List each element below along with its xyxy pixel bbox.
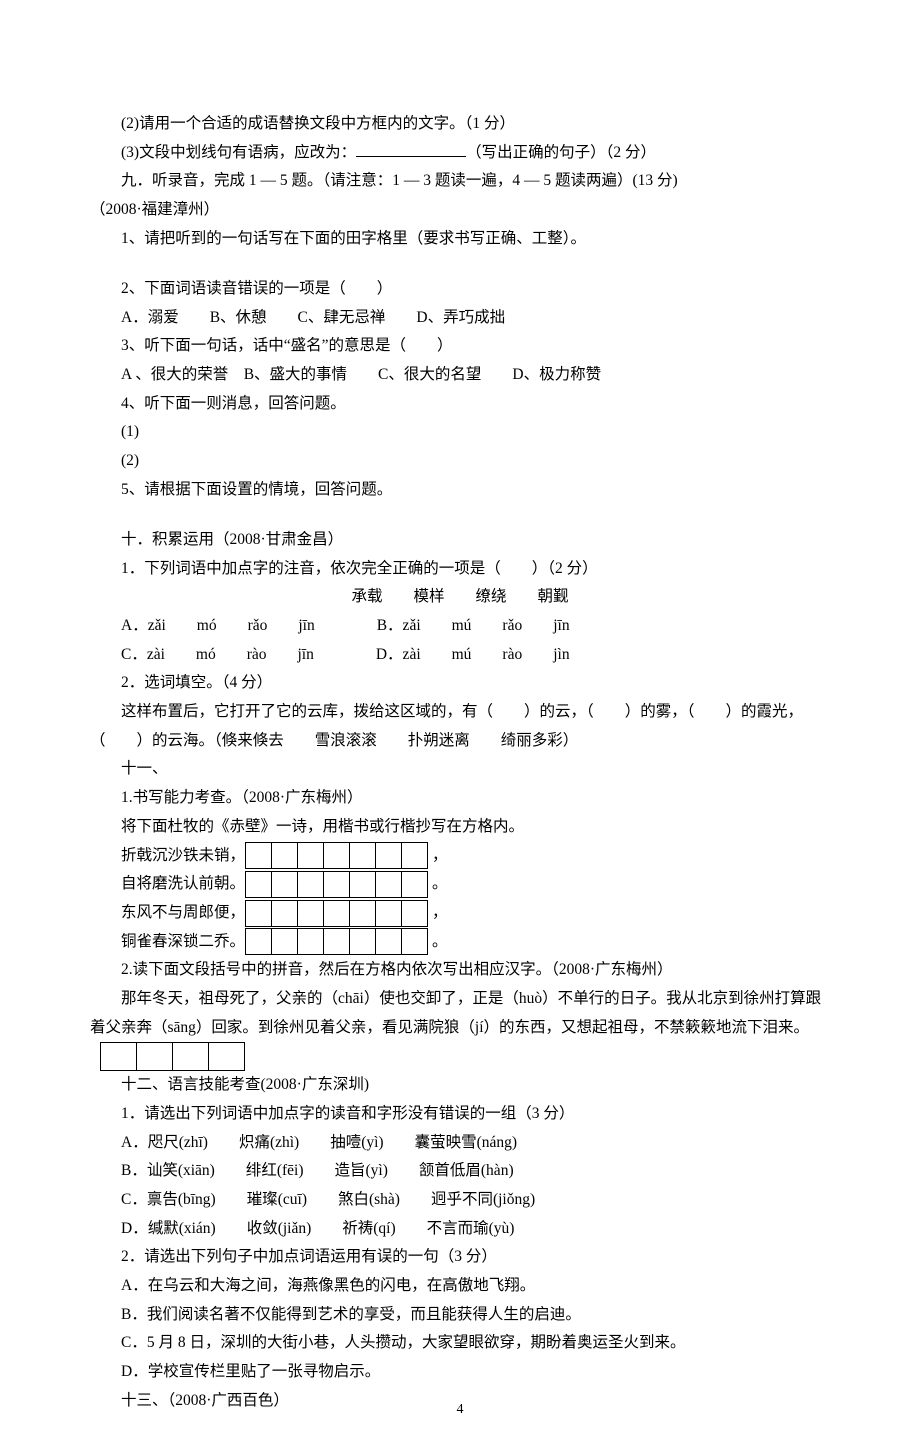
document-page: (2)请用一个合适的成语替换文段中方框内的文字。（1 分） (3)文段中划线句有… bbox=[0, 0, 920, 1455]
punct-comma: ， bbox=[432, 842, 448, 871]
sec12-q1-optB: B．讪笑(xiān) 绯红(fēi) 造旨(yì) 颔首低眉(hàn) bbox=[90, 1157, 830, 1186]
hanzi-grid bbox=[245, 900, 428, 927]
sec12-q2-optD: D．学校宣传栏里贴了一张寻物启示。 bbox=[90, 1358, 830, 1387]
sec9-q4-sub2: (2) bbox=[90, 447, 830, 476]
hanzi-grid bbox=[245, 928, 428, 955]
hanzi-answer-grid bbox=[100, 1042, 245, 1071]
sec12-q2-optA: A．在乌云和大海之间，海燕像黑色的闪电，在高傲地飞翔。 bbox=[90, 1272, 830, 1301]
sub-question-3: (3)文段中划线句有语病，应改为： （写出正确的句子）（2 分） bbox=[90, 139, 830, 168]
poem-line-3: 东风不与周郎便， bbox=[90, 899, 245, 928]
punct-period: 。 bbox=[432, 928, 448, 957]
sec9-q2-options: A．溺爱 B、休憩 C、肆无忌禅 D、弄巧成拙 bbox=[90, 304, 830, 333]
sec12-q1: 1．请选出下列词语中加点字的读音和字形没有错误的一组（3 分） bbox=[90, 1100, 830, 1129]
sec10-q1-optA: A．zǎi mó rǎo jīn B．zǎi mú rǎo jīn bbox=[90, 612, 830, 641]
sec12-q1-optD: D．缄默(xián) 收敛(jiǎn) 祈祷(qí) 不言而瑜(yù) bbox=[90, 1215, 830, 1244]
page-number: 4 bbox=[0, 1397, 920, 1423]
section-9-source: （2008·福建漳州） bbox=[90, 196, 830, 225]
hanzi-grid bbox=[245, 842, 428, 869]
sec10-q2-text: 这样布置后，它打开了它的云库，拨给这区域的，有（ ）的云，（ ）的雾，（ ）的霞… bbox=[90, 703, 803, 749]
sec9-q1: 1、请把听到的一句话写在下面的田字格里（要求书写正确、工整）。 bbox=[90, 225, 830, 254]
sec11-q2-text: 那年冬天，祖母死了，父亲的（chāi）使也交卸了，正是（huò）不单行的日子。我… bbox=[90, 990, 821, 1036]
poem-line-1: 折戟沉沙铁未销， bbox=[90, 842, 245, 871]
sec9-q2: 2、下面词语读音错误的一项是（ ） bbox=[90, 275, 830, 304]
sec10-q2-passage: 这样布置后，它打开了它的云库，拨给这区域的，有（ ）的云，（ ）的雾，（ ）的霞… bbox=[90, 698, 830, 755]
poem-row-3: 东风不与周郎便， ， bbox=[90, 899, 830, 928]
sec12-q2-optC: C．5 月 8 日，深圳的大街小巷，人头攒动，大家望眼欲穿，期盼着奥运圣火到来。 bbox=[90, 1329, 830, 1358]
section-10-title: 十．积累运用（2008·甘肃金昌） bbox=[90, 526, 830, 555]
sec11-q2: 2.读下面文段括号中的拼音，然后在方格内依次写出相应汉字。（2008·广东梅州） bbox=[90, 956, 830, 985]
sec12-q1-optC: C．禀告(bīng) 璀璨(cuī) 煞白(shà) 迥乎不同(jiǒng) bbox=[90, 1186, 830, 1215]
sec12-q2: 2．请选出下列句子中加点词语运用有误的一句（3 分） bbox=[90, 1243, 830, 1272]
poem-line-4: 铜雀春深锁二乔。 bbox=[90, 928, 245, 957]
sec12-q2-optB: B．我们阅读名著不仅能得到艺术的享受，而且能获得人生的启迪。 bbox=[90, 1301, 830, 1330]
sec9-q3-options: A 、很大的荣誉 B、盛大的事情 C、很大的名望 D、极力称赞 bbox=[90, 361, 830, 390]
sec9-q3: 3、听下面一句话，话中“盛名”的意思是（ ） bbox=[90, 332, 830, 361]
section-9-title: 九．听录音，完成 1 — 5 题。（请注意：1 — 3 题读一遍，4 — 5 题… bbox=[90, 167, 830, 196]
sec10-q2: 2．选词填空。（4 分） bbox=[90, 669, 830, 698]
q3-prefix: (3)文段中划线句有语病，应改为： bbox=[121, 144, 356, 161]
sec11-q2-passage: 那年冬天，祖母死了，父亲的（chāi）使也交卸了，正是（huò）不单行的日子。我… bbox=[90, 985, 830, 1071]
poem-row-1: 折戟沉沙铁未销， ， bbox=[90, 842, 830, 871]
q3-suffix: （写出正确的句子）（2 分） bbox=[466, 144, 656, 161]
poem-row-2: 自将磨洗认前朝。 。 bbox=[90, 870, 830, 899]
punct-comma: ， bbox=[432, 899, 448, 928]
sec9-q4-sub1: (1) bbox=[90, 418, 830, 447]
section-12-title: 十二、语言技能考查(2008·广东深圳) bbox=[90, 1071, 830, 1100]
sec9-q5: 5、请根据下面设置的情境，回答问题。 bbox=[90, 476, 830, 505]
sec11-q1-sub: 将下面杜牧的《赤壁》一诗，用楷书或行楷抄写在方格内。 bbox=[90, 813, 830, 842]
punct-period: 。 bbox=[432, 870, 448, 899]
sec10-q1-optC: C．zài mó rào jīn D．zài mú rào jìn bbox=[90, 641, 830, 670]
sec10-q1: 1．下列词语中加点字的注音，依次完全正确的一项是（ ）（2 分） bbox=[90, 555, 830, 584]
sec10-q1-words: 承载 模样 缭绕 朝觐 bbox=[90, 583, 830, 612]
sec11-q1: 1.书写能力考查。（2008·广东梅州） bbox=[90, 784, 830, 813]
hanzi-grid bbox=[245, 871, 428, 898]
poem-row-4: 铜雀春深锁二乔。 。 bbox=[90, 928, 830, 957]
sec12-q1-optA: A．咫尺(zhī) 炽痛(zhì) 抽噎(yì) 囊萤映雪(náng) bbox=[90, 1129, 830, 1158]
section-11-title: 十一、 bbox=[90, 755, 830, 784]
sub-question-2: (2)请用一个合适的成语替换文段中方框内的文字。（1 分） bbox=[90, 110, 830, 139]
poem-line-2: 自将磨洗认前朝。 bbox=[90, 870, 245, 899]
sec9-q4: 4、听下面一则消息，回答问题。 bbox=[90, 390, 830, 419]
blank-fill bbox=[356, 140, 466, 157]
